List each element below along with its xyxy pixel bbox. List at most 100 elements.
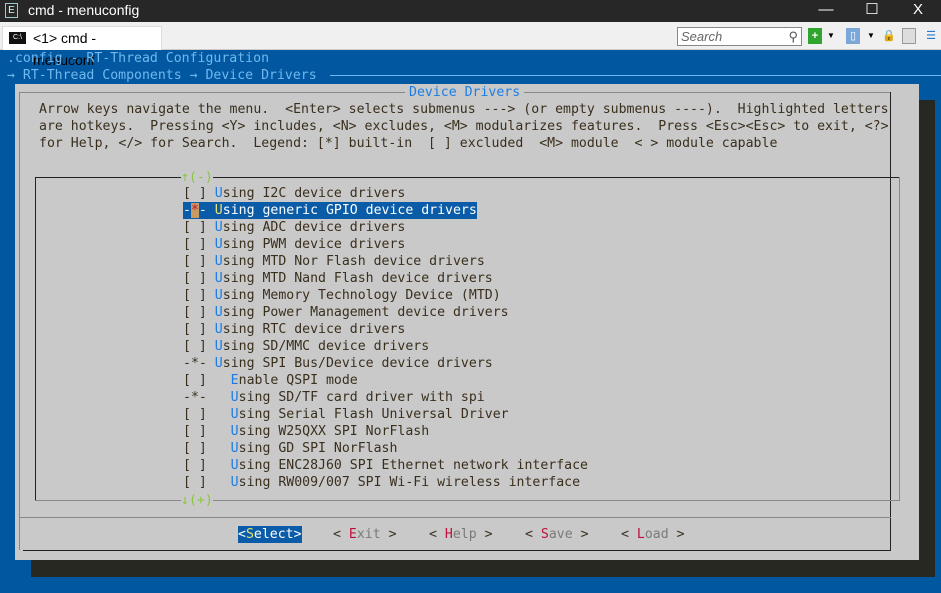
menu-item[interactable]: [ ] Using PWM device drivers xyxy=(183,236,405,253)
item-state: [ xyxy=(183,186,191,201)
item-label: Using ENC28J60 SPI Ethernet network inte… xyxy=(230,458,588,473)
menu-item[interactable]: [ ] Using W25QXX SPI NorFlash xyxy=(183,423,429,440)
dropdown-arrow-icon[interactable]: ▼ xyxy=(824,28,838,44)
dropdown-arrow-icon[interactable]: ▼ xyxy=(864,28,878,44)
item-state: [ xyxy=(183,271,191,286)
menu-item-body: -*- Using SPI Bus/Device device drivers xyxy=(183,355,493,372)
menu-item[interactable]: [ ] Using Power Management device driver… xyxy=(183,304,509,321)
menu-icon[interactable]: ☰ xyxy=(924,28,938,44)
menu-item[interactable]: [ ] Using RTC device drivers xyxy=(183,321,405,338)
maximize-button[interactable]: ☐ xyxy=(849,0,895,22)
menu-item-body: [ ] Using Serial Flash Universal Driver xyxy=(183,406,509,423)
item-state: ] xyxy=(198,373,231,388)
item-label: Enable QSPI mode xyxy=(230,373,358,388)
menu-item[interactable]: [ ] Using RW009/007 SPI Wi-Fi wireless i… xyxy=(183,474,580,491)
menu-item[interactable]: [ ] Using SD/MMC device drivers xyxy=(183,338,429,355)
item-state: ] xyxy=(198,475,231,490)
item-state-mark xyxy=(191,475,199,490)
item-state: [ xyxy=(183,305,191,320)
item-label: Using PWM device drivers xyxy=(214,237,406,252)
item-state-mark xyxy=(191,237,199,252)
item-state: [ xyxy=(183,373,191,388)
layout-icon[interactable]: ▯ xyxy=(846,28,860,44)
item-state: - xyxy=(183,356,191,371)
split-view-icon[interactable] xyxy=(902,28,916,44)
menu-item-body: [ ] Using Memory Technology Device (MTD) xyxy=(183,287,501,304)
button-save[interactable]: < Save > xyxy=(525,526,589,543)
menu-item-body: [ ] Using PWM device drivers xyxy=(183,236,405,253)
item-label: Using I2C device drivers xyxy=(214,186,406,201)
menu-item[interactable]: [ ] Using I2C device drivers xyxy=(183,185,405,202)
button-load[interactable]: < Load > xyxy=(621,526,685,543)
list-border xyxy=(35,500,899,501)
tab-cmd-menuconfig[interactable]: C:\ <1> cmd - menuconf xyxy=(2,26,162,68)
lock-icon[interactable]: 🔒 xyxy=(882,28,896,44)
item-state: [ xyxy=(183,424,191,439)
item-label: Using SPI Bus/Device device drivers xyxy=(214,356,493,371)
bracket: > xyxy=(293,527,302,542)
button-divider xyxy=(19,517,891,518)
item-state: [ xyxy=(183,322,191,337)
item-state: - xyxy=(198,390,231,405)
item-label: Using GD SPI NorFlash xyxy=(230,441,398,456)
button-label: Load xyxy=(636,527,669,542)
menu-item-body: [ ] Using Power Management device driver… xyxy=(183,304,509,321)
menu-item[interactable]: [ ] Using Memory Technology Device (MTD) xyxy=(183,287,501,304)
search-icon[interactable]: ⚲ xyxy=(788,28,798,45)
button-exit[interactable]: < Exit > xyxy=(333,526,397,543)
terminal-app-icon: E xyxy=(5,3,18,18)
new-console-icon[interactable]: + xyxy=(808,28,822,44)
item-label: Using W25QXX SPI NorFlash xyxy=(230,424,430,439)
scroll-down-indicator[interactable]: ↓(+) xyxy=(181,492,213,509)
item-state-mark xyxy=(191,305,199,320)
item-label: Using Memory Technology Device (MTD) xyxy=(214,288,501,303)
dialog-border xyxy=(19,92,20,550)
item-state: ] xyxy=(198,186,215,201)
minimize-button[interactable]: — xyxy=(803,0,849,22)
item-state: [ xyxy=(183,441,191,456)
bracket: < xyxy=(429,527,445,542)
item-label: Using MTD Nor Flash device drivers xyxy=(214,254,485,269)
close-button[interactable]: X xyxy=(895,0,941,22)
window-title: cmd - menuconfig xyxy=(28,2,140,18)
item-state: ] xyxy=(198,424,231,439)
menu-item-body: -*- Using generic GPIO device drivers xyxy=(183,202,477,219)
item-state: ] xyxy=(198,322,215,337)
menu-item-body: [ ] Enable QSPI mode xyxy=(183,372,358,389)
bracket: < xyxy=(621,527,637,542)
menu-item[interactable]: [ ] Using MTD Nand Flash device drivers xyxy=(183,270,493,287)
menu-item-body: [ ] Using I2C device drivers xyxy=(183,185,405,202)
item-state: - xyxy=(183,203,191,218)
bracket: < xyxy=(525,527,541,542)
menu-item[interactable]: -*- Using SD/TF card driver with spi xyxy=(183,389,485,406)
scroll-up-indicator[interactable]: ↑(-) xyxy=(181,169,213,186)
list-border xyxy=(35,177,899,178)
menu-item-body: [ ] Using ADC device drivers xyxy=(183,219,405,236)
item-label: Using Serial Flash Universal Driver xyxy=(230,407,509,422)
item-state: - xyxy=(183,390,191,405)
menu-item[interactable]: [ ] Enable QSPI mode xyxy=(183,372,358,389)
item-state: [ xyxy=(183,339,191,354)
menu-item[interactable]: -*- Using generic GPIO device drivers xyxy=(183,202,477,219)
item-label: Using RTC device drivers xyxy=(214,322,406,337)
menu-item[interactable]: [ ] Using Serial Flash Universal Driver xyxy=(183,406,509,423)
console-icon: C:\ xyxy=(9,32,26,44)
menu-item-body: [ ] Using W25QXX SPI NorFlash xyxy=(183,423,429,440)
search-input[interactable]: Search ⚲ xyxy=(677,27,802,46)
bracket: > xyxy=(476,527,493,542)
button-select[interactable]: <Select> xyxy=(238,526,302,543)
menu-item[interactable]: [ ] Using GD SPI NorFlash xyxy=(183,440,397,457)
item-state: - xyxy=(198,356,215,371)
menu-item[interactable]: [ ] Using ADC device drivers xyxy=(183,219,405,236)
item-label: Using SD/MMC device drivers xyxy=(214,339,430,354)
button-label: Help xyxy=(444,527,477,542)
item-state: [ xyxy=(183,407,191,422)
menu-item[interactable]: [ ] Using MTD Nor Flash device drivers xyxy=(183,253,485,270)
menu-item[interactable]: -*- Using SPI Bus/Device device drivers xyxy=(183,355,493,372)
item-state-mark xyxy=(191,186,199,201)
button-help[interactable]: < Help > xyxy=(429,526,493,543)
title-bar: E cmd - menuconfig — ☐ X xyxy=(0,0,941,22)
menu-item[interactable]: [ ] Using ENC28J60 SPI Ethernet network … xyxy=(183,457,588,474)
button-label: Select xyxy=(245,527,294,542)
menu-item-body: [ ] Using MTD Nor Flash device drivers xyxy=(183,253,485,270)
